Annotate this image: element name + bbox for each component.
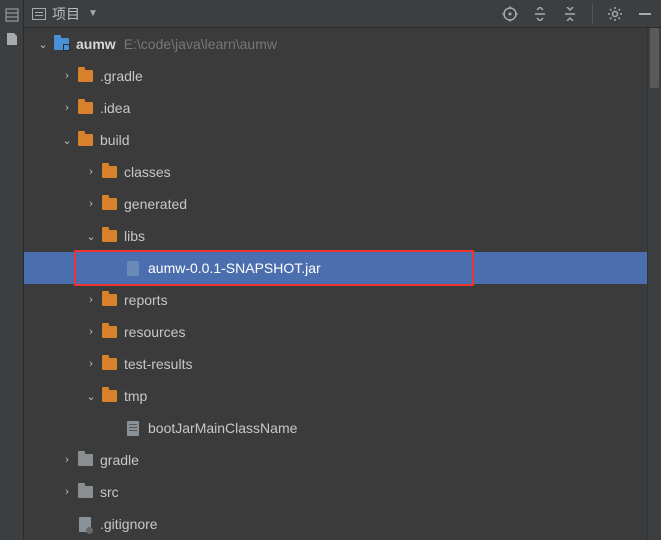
view-selector[interactable]: 项目 ▼ — [32, 4, 98, 24]
chevron-right-icon[interactable]: › — [82, 198, 100, 210]
tree-folder[interactable]: ⌄ build — [24, 124, 647, 156]
folder-icon — [76, 131, 94, 149]
file-label: bootJarMainClassName — [148, 420, 297, 436]
folder-icon — [76, 99, 94, 117]
root-path: E:\code\java\learn\aumw — [124, 36, 277, 52]
tree-folder[interactable]: › gradle — [24, 444, 647, 476]
chevron-right-icon[interactable]: › — [58, 102, 76, 114]
folder-label: generated — [124, 196, 187, 212]
chevron-right-icon[interactable]: › — [58, 454, 76, 466]
chevron-down-icon: ▼ — [88, 8, 98, 19]
jar-icon — [124, 259, 142, 277]
tree-file[interactable]: › .gitignore — [24, 508, 647, 540]
expand-all-icon[interactable] — [532, 6, 548, 22]
chevron-down-icon[interactable]: ⌄ — [58, 134, 76, 147]
folder-label: libs — [124, 228, 145, 244]
root-label: aumw — [76, 36, 116, 52]
vertical-scrollbar[interactable] — [647, 28, 661, 540]
select-opened-file-icon[interactable] — [502, 6, 518, 22]
folder-icon — [100, 227, 118, 245]
folder-icon — [76, 67, 94, 85]
left-toolwindow-bar — [0, 0, 24, 540]
folder-label: test-results — [124, 356, 192, 372]
folder-icon — [100, 195, 118, 213]
folder-label: .gradle — [100, 68, 143, 84]
folder-label: resources — [124, 324, 185, 340]
folder-icon — [76, 483, 94, 501]
project-tree[interactable]: ⌄ aumw E:\code\java\learn\aumw › .gradle… — [24, 28, 647, 540]
tree-folder[interactable]: › .gradle — [24, 60, 647, 92]
structure-tool-icon[interactable] — [3, 6, 21, 24]
tree-root[interactable]: ⌄ aumw E:\code\java\learn\aumw — [24, 28, 647, 60]
tree-folder[interactable]: › .idea — [24, 92, 647, 124]
tree-folder[interactable]: › test-results — [24, 348, 647, 380]
tree-folder[interactable]: › reports — [24, 284, 647, 316]
folder-label: src — [100, 484, 119, 500]
folder-icon — [76, 451, 94, 469]
tree-folder[interactable]: ⌄ tmp — [24, 380, 647, 412]
chevron-right-icon[interactable]: › — [58, 70, 76, 82]
folder-icon — [100, 163, 118, 181]
project-panel-header: 项目 ▼ — [24, 0, 661, 28]
chevron-right-icon[interactable]: › — [82, 166, 100, 178]
module-folder-icon — [52, 35, 70, 53]
folder-label: tmp — [124, 388, 147, 404]
file-label: .gitignore — [100, 516, 158, 532]
tree-folder[interactable]: › src — [24, 476, 647, 508]
hide-icon[interactable] — [637, 6, 653, 22]
tree-file-selected[interactable]: › aumw-0.0.1-SNAPSHOT.jar — [24, 252, 647, 284]
gear-icon[interactable] — [607, 6, 623, 22]
folder-label: gradle — [100, 452, 139, 468]
tree-folder[interactable]: › classes — [24, 156, 647, 188]
separator — [592, 4, 593, 24]
file-tool-icon[interactable] — [3, 30, 21, 48]
collapse-all-icon[interactable] — [562, 6, 578, 22]
chevron-down-icon[interactable]: ⌄ — [82, 390, 100, 403]
chevron-down-icon[interactable]: ⌄ — [34, 38, 52, 51]
scrollbar-thumb[interactable] — [650, 28, 659, 88]
file-label: aumw-0.0.1-SNAPSHOT.jar — [148, 260, 321, 276]
folder-label: reports — [124, 292, 168, 308]
folder-label: classes — [124, 164, 171, 180]
tree-folder[interactable]: ⌄ libs — [24, 220, 647, 252]
file-icon — [124, 419, 142, 437]
gitignore-icon — [76, 515, 94, 533]
folder-icon — [100, 323, 118, 341]
folder-icon — [100, 291, 118, 309]
chevron-right-icon[interactable]: › — [82, 358, 100, 370]
panel-title: 项目 — [52, 4, 80, 24]
project-view-icon — [32, 8, 46, 20]
chevron-right-icon[interactable]: › — [58, 486, 76, 498]
tree-folder[interactable]: › generated — [24, 188, 647, 220]
folder-icon — [100, 355, 118, 373]
chevron-down-icon[interactable]: ⌄ — [82, 230, 100, 243]
chevron-right-icon[interactable]: › — [82, 326, 100, 338]
folder-icon — [100, 387, 118, 405]
folder-label: .idea — [100, 100, 130, 116]
folder-label: build — [100, 132, 130, 148]
chevron-right-icon[interactable]: › — [82, 294, 100, 306]
tree-file[interactable]: › bootJarMainClassName — [24, 412, 647, 444]
project-panel: 项目 ▼ ⌄ aumw — [24, 0, 661, 540]
tree-folder[interactable]: › resources — [24, 316, 647, 348]
